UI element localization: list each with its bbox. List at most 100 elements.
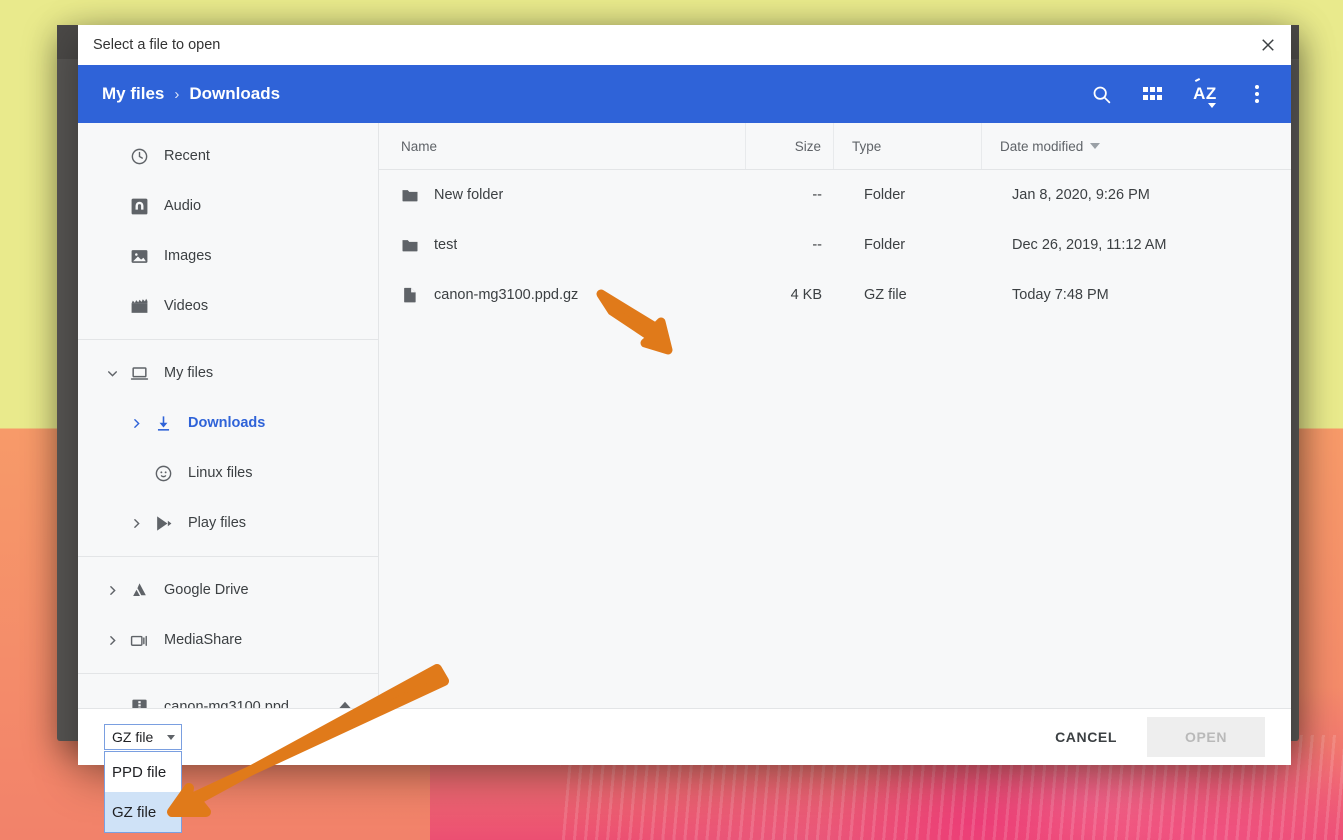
file-type-selected-value: GZ file: [112, 729, 154, 745]
chevron-right-icon[interactable]: [124, 517, 148, 530]
laptop-icon: [124, 364, 154, 383]
download-icon: [148, 414, 178, 433]
sidebar-group-my-files: My files Downloads Linux files Play file…: [78, 339, 378, 556]
google-drive-icon: [124, 581, 154, 600]
video-icon: [124, 297, 154, 316]
breadcrumb: My files › Downloads: [102, 84, 280, 104]
sidebar-item-videos[interactable]: Videos: [78, 281, 378, 331]
file-type: Folder: [864, 237, 906, 253]
file-type-select[interactable]: GZ file: [104, 724, 182, 750]
chevron-right-icon[interactable]: [100, 584, 124, 597]
eject-icon[interactable]: [336, 698, 354, 708]
file-date-modified: Jan 8, 2020, 9:26 PM: [1012, 187, 1150, 203]
file-size: --: [812, 237, 822, 253]
file-name-cell: canon-mg3100.ppd.gz: [379, 286, 746, 304]
column-header-name[interactable]: Name: [379, 123, 746, 169]
sidebar-item-google-drive[interactable]: Google Drive: [78, 565, 378, 615]
audio-icon: [124, 197, 154, 216]
sidebar-item-label: My files: [164, 365, 214, 381]
sort-az-label: AZ: [1193, 84, 1217, 108]
sidebar-group-quick-access: Recent Audio Images Videos: [78, 123, 378, 339]
open-button[interactable]: OPEN: [1147, 717, 1265, 757]
sidebar-group-mounted: canon-mg3100.ppd…: [78, 673, 378, 708]
file-date-modified: Dec 26, 2019, 11:12 AM: [1012, 237, 1167, 253]
archive-icon: [124, 698, 154, 708]
file-list-header: Name Size Type Date modified: [379, 123, 1291, 170]
file-name-cell: New folder: [379, 186, 746, 204]
table-row[interactable]: canon-mg3100.ppd.gz 4 KB GZ file Today 7…: [379, 270, 1291, 320]
sidebar-item-images[interactable]: Images: [78, 231, 378, 281]
sidebar-item-label: Play files: [188, 515, 247, 531]
sidebar: Recent Audio Images Videos My files Down…: [78, 123, 379, 708]
dropdown-option-ppd-file[interactable]: PPD file: [105, 752, 181, 792]
sidebar-item-mediashare[interactable]: MediaShare: [78, 615, 378, 665]
column-header-size[interactable]: Size: [746, 123, 834, 169]
file-list-rows: New folder -- Folder Jan 8, 2020, 9:26 P…: [379, 170, 1291, 708]
sidebar-item-play-files[interactable]: Play files: [78, 498, 378, 548]
chevron-down-icon: [167, 734, 175, 740]
google-play-icon: [148, 514, 178, 533]
file-list: Name Size Type Date modified New folder: [379, 123, 1291, 708]
media-share-icon: [124, 631, 154, 650]
more-options-icon[interactable]: [1239, 76, 1275, 112]
sidebar-item-label: canon-mg3100.ppd…: [164, 699, 304, 708]
sidebar-item-audio[interactable]: Audio: [78, 181, 378, 231]
breadcrumb-item-my-files[interactable]: My files: [102, 84, 164, 104]
file-picker-dialog: Select a file to open My files › Downloa…: [78, 25, 1291, 765]
file-type: GZ file: [864, 287, 907, 303]
grid-view-icon[interactable]: [1135, 76, 1171, 112]
file-type: Folder: [864, 187, 906, 203]
column-header-type[interactable]: Type: [834, 123, 982, 169]
file-date-modified: Today 7:48 PM: [1012, 287, 1109, 303]
footer-buttons: CANCEL OPEN: [1039, 717, 1265, 757]
chevron-right-icon[interactable]: [100, 634, 124, 647]
cancel-button[interactable]: CANCEL: [1039, 719, 1133, 755]
sidebar-item-recent[interactable]: Recent: [78, 131, 378, 181]
chevron-right-icon[interactable]: [124, 417, 148, 430]
table-row[interactable]: New folder -- Folder Jan 8, 2020, 9:26 P…: [379, 170, 1291, 220]
breadcrumb-item-downloads[interactable]: Downloads: [189, 84, 280, 104]
folder-icon: [401, 236, 419, 254]
sidebar-item-my-files[interactable]: My files: [78, 348, 378, 398]
breadcrumb-separator-icon: ›: [174, 85, 180, 103]
sidebar-item-mounted-archive[interactable]: canon-mg3100.ppd…: [78, 682, 378, 708]
dialog-title: Select a file to open: [93, 37, 221, 53]
chevron-down-icon[interactable]: [100, 367, 124, 380]
sidebar-item-label: Images: [164, 248, 212, 264]
sidebar-item-label: Google Drive: [164, 582, 249, 598]
column-header-date-label: Date modified: [1000, 138, 1084, 154]
column-header-date-modified[interactable]: Date modified: [982, 123, 1291, 169]
sort-descending-icon: [1090, 143, 1101, 149]
sidebar-item-label: Recent: [164, 148, 210, 164]
image-icon: [124, 247, 154, 266]
file-name-cell: test: [379, 236, 746, 254]
file-manager-header: My files › Downloads AZ: [78, 65, 1291, 123]
sidebar-item-label: Downloads: [188, 415, 266, 431]
file-name: New folder: [434, 187, 504, 203]
sidebar-item-downloads[interactable]: Downloads: [78, 398, 378, 448]
file-icon: [401, 286, 419, 304]
dropdown-option-gz-file[interactable]: GZ file: [105, 792, 181, 832]
sidebar-item-label: Videos: [164, 298, 209, 314]
search-icon[interactable]: [1083, 76, 1119, 112]
dialog-footer: GZ file CANCEL OPEN: [78, 708, 1291, 765]
sidebar-item-label: MediaShare: [164, 632, 243, 648]
file-manager-body: Recent Audio Images Videos My files Down…: [78, 123, 1291, 708]
file-type-dropdown-menu: PPD file GZ file: [104, 751, 182, 833]
file-size: --: [812, 187, 822, 203]
table-row[interactable]: test -- Folder Dec 26, 2019, 11:12 AM: [379, 220, 1291, 270]
sidebar-item-linux-files[interactable]: Linux files: [78, 448, 378, 498]
sidebar-group-cloud: Google Drive MediaShare: [78, 556, 378, 673]
linux-penguin-icon: [148, 464, 178, 483]
file-name: canon-mg3100.ppd.gz: [434, 287, 579, 303]
sidebar-item-label: Audio: [164, 198, 202, 214]
dialog-titlebar: Select a file to open: [78, 25, 1291, 65]
sidebar-item-label: Linux files: [188, 465, 253, 481]
file-name: test: [434, 237, 458, 253]
close-icon[interactable]: [1245, 25, 1291, 65]
clock-icon: [124, 147, 154, 166]
header-actions: AZ: [1083, 76, 1275, 112]
file-size: 4 KB: [790, 287, 822, 303]
sort-az-icon[interactable]: AZ: [1187, 76, 1223, 112]
folder-icon: [401, 186, 419, 204]
